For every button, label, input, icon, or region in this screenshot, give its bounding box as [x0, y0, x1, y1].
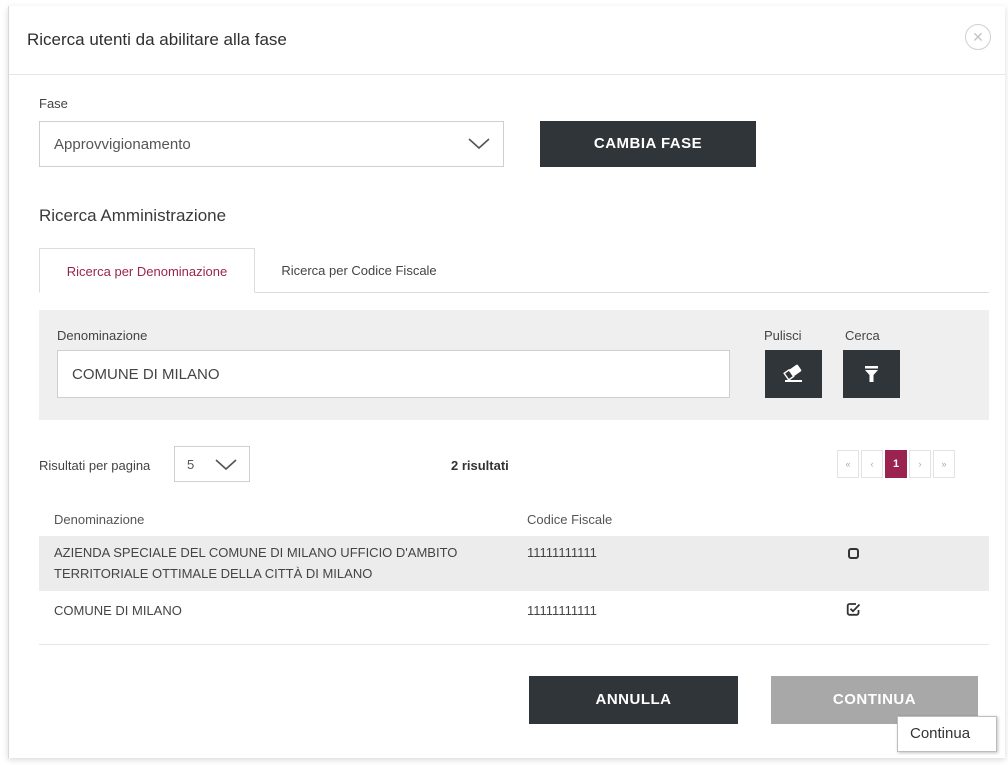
column-header-denominazione: Denominazione	[54, 512, 145, 527]
first-page-button[interactable]: «	[837, 450, 859, 478]
row-denominazione-line1: AZIENDA SPECIALE DEL COMUNE DI MILANO UF…	[54, 545, 458, 560]
tab-search-by-tax-code[interactable]: Ricerca per Codice Fiscale	[259, 248, 459, 293]
row-denominazione: COMUNE DI MILANO	[54, 603, 182, 618]
results-per-page-select[interactable]: 5	[174, 446, 250, 482]
search-button[interactable]	[843, 350, 900, 398]
filter-icon	[865, 366, 878, 382]
row-codice-fiscale: 11111111111	[527, 603, 597, 618]
next-page-button[interactable]: ›	[909, 450, 931, 478]
fase-select-value: Approvvigionamento	[54, 136, 191, 153]
row-codice-fiscale: 11111111111	[527, 545, 597, 560]
search-label: Cerca	[845, 328, 880, 343]
search-panel: Denominazione COMUNE DI MILANO Pulisci C…	[39, 310, 989, 420]
tab-search-by-name[interactable]: Ricerca per Denominazione	[39, 248, 255, 293]
modal-header: Ricerca utenti da abilitare alla fase ✕	[9, 6, 1005, 75]
denominazione-label: Denominazione	[57, 328, 148, 343]
table-row: AZIENDA SPECIALE DEL COMUNE DI MILANO UF…	[39, 536, 989, 591]
change-phase-button[interactable]: CAMBIA FASE	[540, 121, 756, 167]
checked-checkbox-icon	[846, 603, 861, 616]
row-checkbox-checked[interactable]	[846, 602, 861, 617]
prev-page-button[interactable]: ‹	[861, 450, 883, 478]
section-title: Ricerca Amministrazione	[39, 206, 227, 225]
last-page-button[interactable]: »	[933, 450, 955, 478]
fase-label: Fase	[39, 96, 68, 111]
row-checkbox[interactable]	[848, 548, 859, 559]
row-denominazione-line2: TERRITORIALE OTTIMALE DELLA CITTÀ DI MIL…	[54, 566, 373, 581]
column-header-codice-fiscale: Codice Fiscale	[527, 512, 613, 527]
page-1-button[interactable]: 1	[885, 450, 907, 478]
clear-label: Pulisci	[764, 328, 802, 343]
results-per-page-value: 5	[187, 457, 195, 472]
close-icon[interactable]: ✕	[965, 24, 991, 50]
table-row: COMUNE DI MILANO 11111111111	[39, 592, 989, 636]
continue-tooltip: Continua	[897, 716, 997, 752]
results-count: 2 risultati	[451, 458, 509, 473]
chevron-down-icon	[215, 459, 237, 471]
modal-title: Ricerca utenti da abilitare alla fase	[27, 30, 287, 49]
fase-select[interactable]: Approvvigionamento	[39, 121, 504, 167]
denominazione-input-value: COMUNE DI MILANO	[72, 366, 220, 383]
modal-dialog: Ricerca utenti da abilitare alla fase ✕ …	[8, 6, 1005, 758]
denominazione-input[interactable]: COMUNE DI MILANO	[57, 350, 730, 398]
footer-divider	[39, 644, 989, 645]
results-per-page-label: Risultati per pagina	[39, 458, 151, 473]
chevron-down-icon	[468, 138, 490, 150]
cancel-button[interactable]: ANNULLA	[529, 676, 738, 724]
clear-button[interactable]	[765, 350, 822, 398]
eraser-icon	[783, 364, 802, 382]
